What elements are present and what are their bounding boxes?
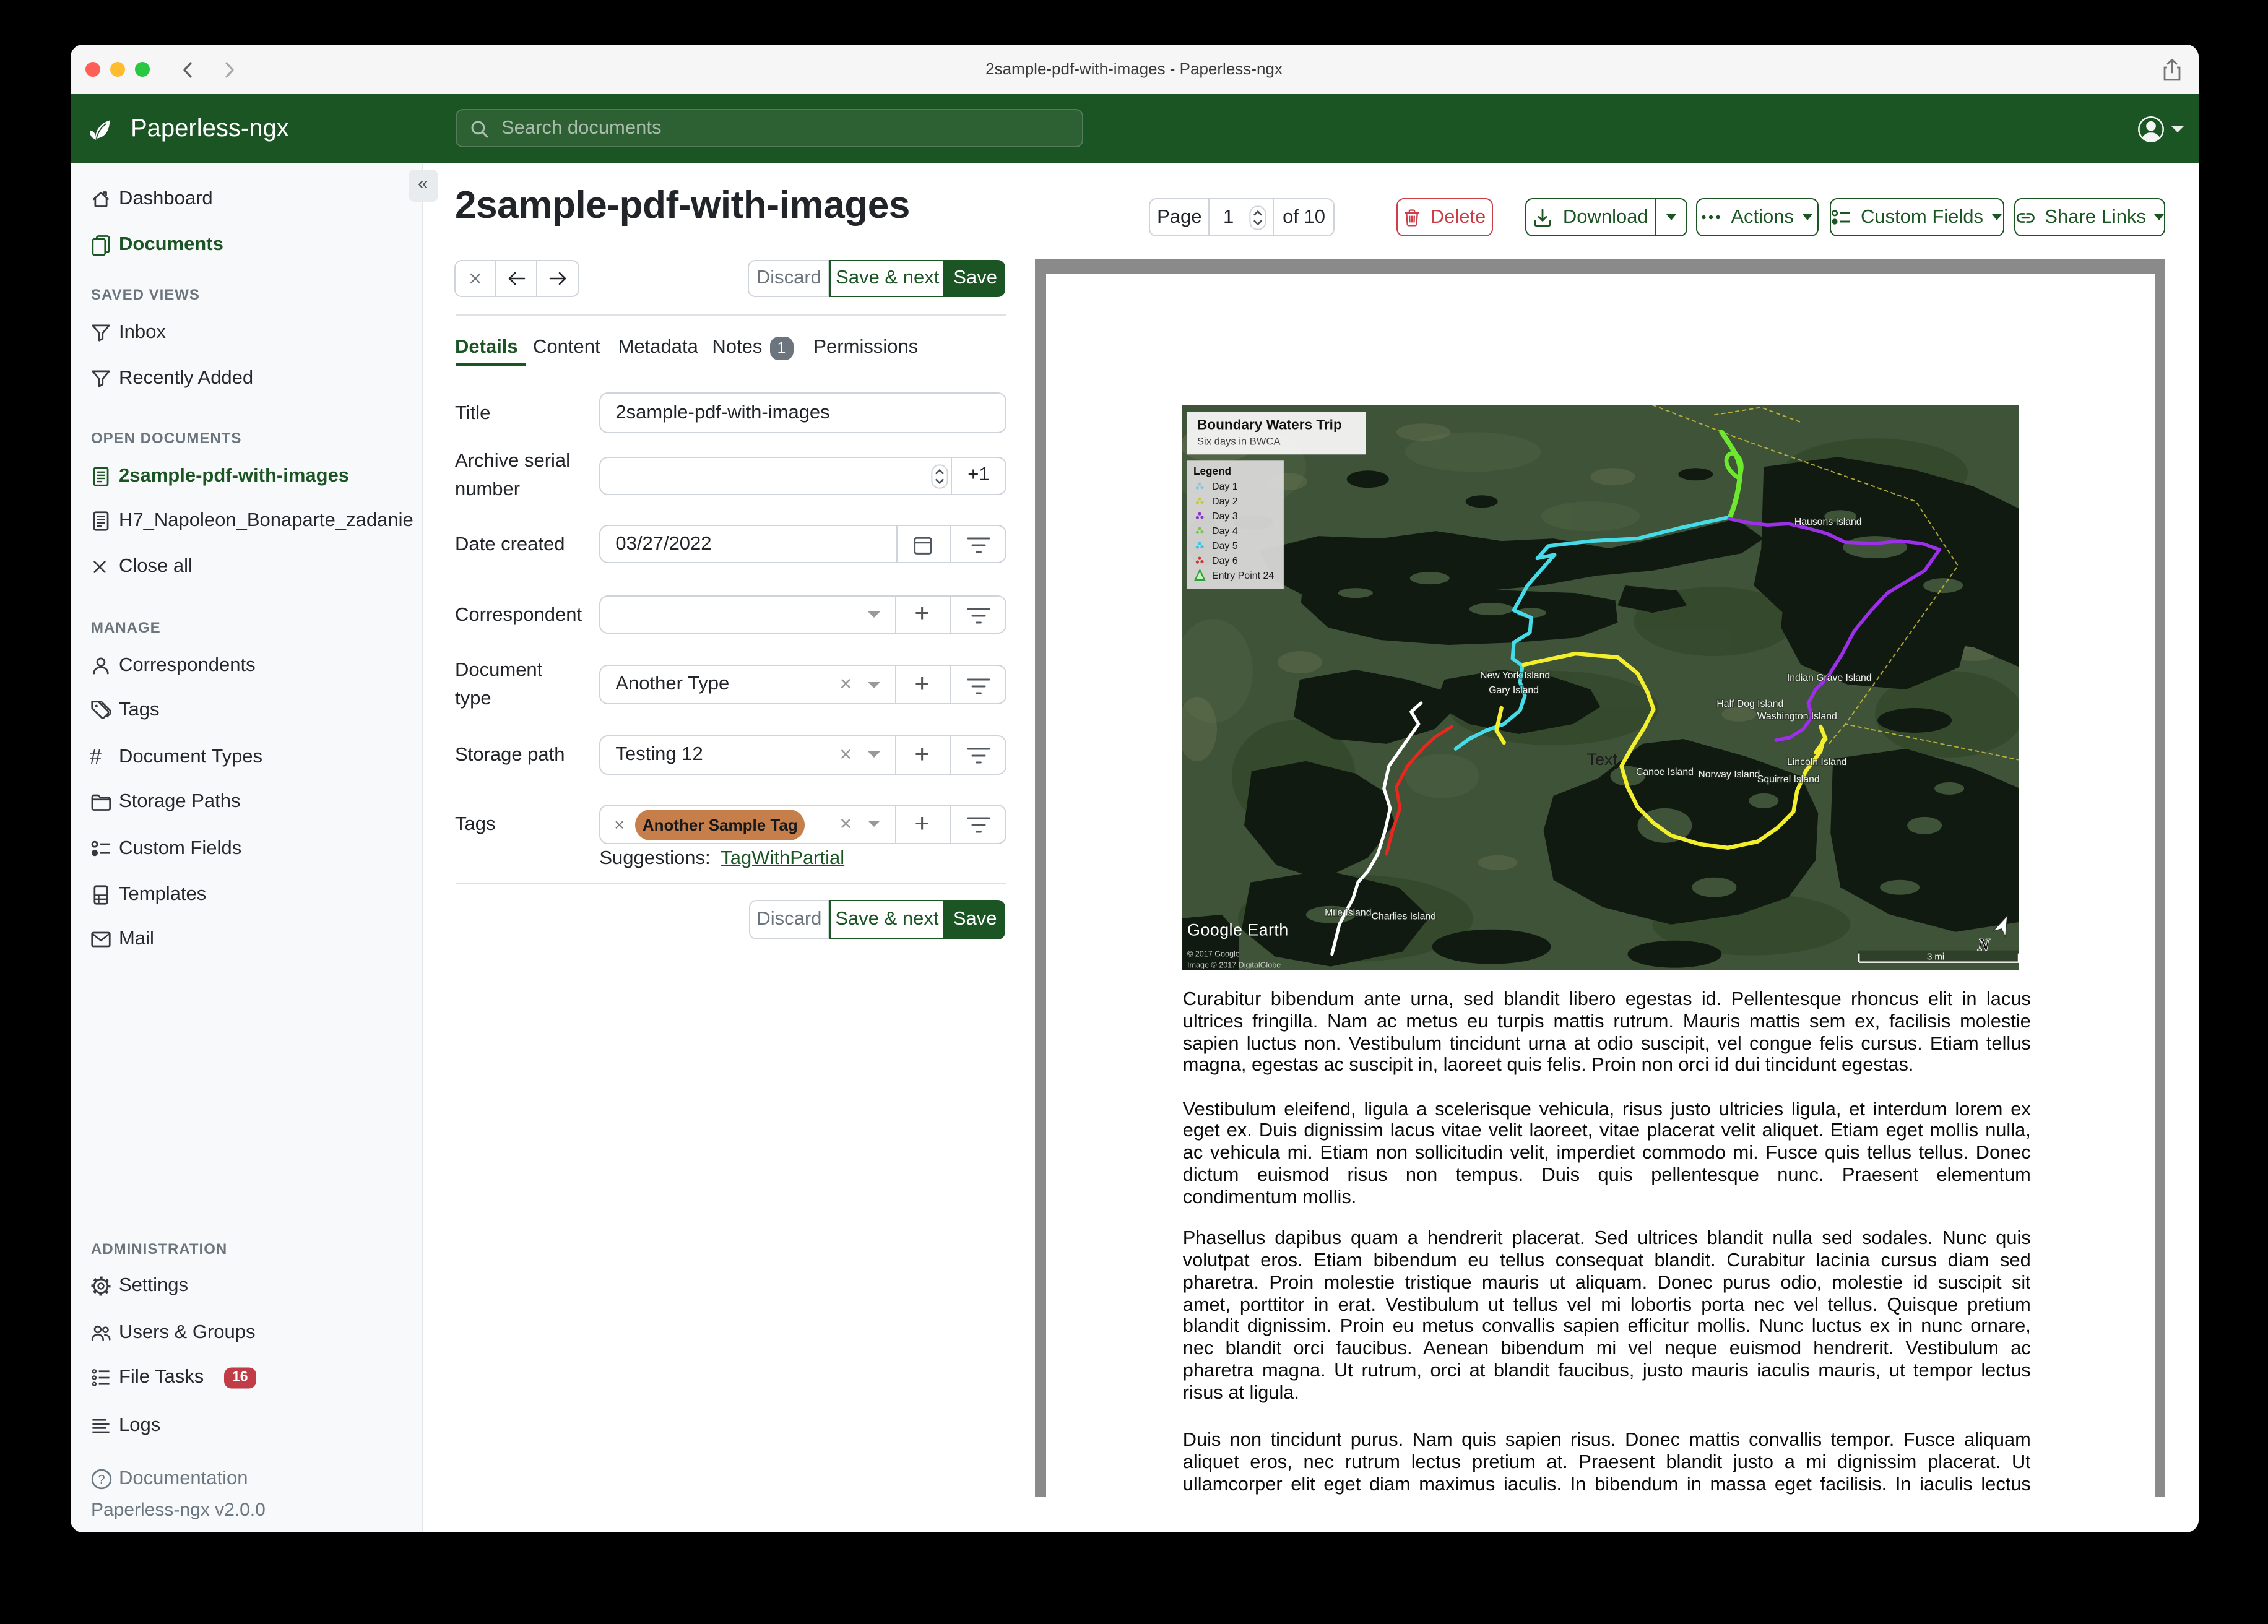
svg-text:Boundary Waters Trip: Boundary Waters Trip	[1197, 417, 1342, 432]
svg-text:Image © 2017 DigitalGlobe: Image © 2017 DigitalGlobe	[1187, 961, 1281, 970]
svg-text:Day 3: Day 3	[1212, 511, 1238, 522]
svg-text:?: ?	[97, 1472, 104, 1486]
svg-text:Six days in BWCA: Six days in BWCA	[1197, 435, 1281, 447]
svg-text:3 mi: 3 mi	[1927, 952, 1944, 962]
svg-text:Entry Point 24: Entry Point 24	[1212, 571, 1274, 581]
svg-text:Gary Island: Gary Island	[1489, 685, 1539, 696]
svg-text:Legend: Legend	[1193, 465, 1231, 477]
svg-text:Lincoln Island: Lincoln Island	[1787, 757, 1846, 767]
svg-text:Charlies Island: Charlies Island	[1372, 912, 1436, 922]
svg-text:Day 4: Day 4	[1212, 526, 1238, 537]
svg-text:Norway Island: Norway Island	[1698, 769, 1760, 780]
svg-text:Day 2: Day 2	[1212, 496, 1238, 507]
svg-text:Day 5: Day 5	[1212, 541, 1238, 551]
svg-text:Day 6: Day 6	[1212, 556, 1238, 566]
svg-text:Text: Text	[1586, 750, 1617, 769]
svg-text:New York Island: New York Island	[1480, 670, 1550, 681]
svg-text:Hausons Island: Hausons Island	[1794, 517, 1862, 527]
svg-text:Squirrel Island: Squirrel Island	[1757, 774, 1820, 785]
svg-text:Indian Grave Island: Indian Grave Island	[1787, 673, 1872, 683]
svg-text:N: N	[1977, 936, 1990, 955]
svg-text:Half Dog Island: Half Dog Island	[1716, 699, 1783, 709]
svg-text:Canoe Island: Canoe Island	[1636, 767, 1694, 777]
svg-text:Google Earth: Google Earth	[1187, 921, 1289, 939]
svg-text:Washington Island: Washington Island	[1757, 711, 1837, 722]
svg-text:© 2017 Google: © 2017 Google	[1187, 950, 1240, 959]
svg-text:Day 1: Day 1	[1212, 482, 1238, 492]
svg-text:Mile Island: Mile Island	[1325, 908, 1371, 918]
